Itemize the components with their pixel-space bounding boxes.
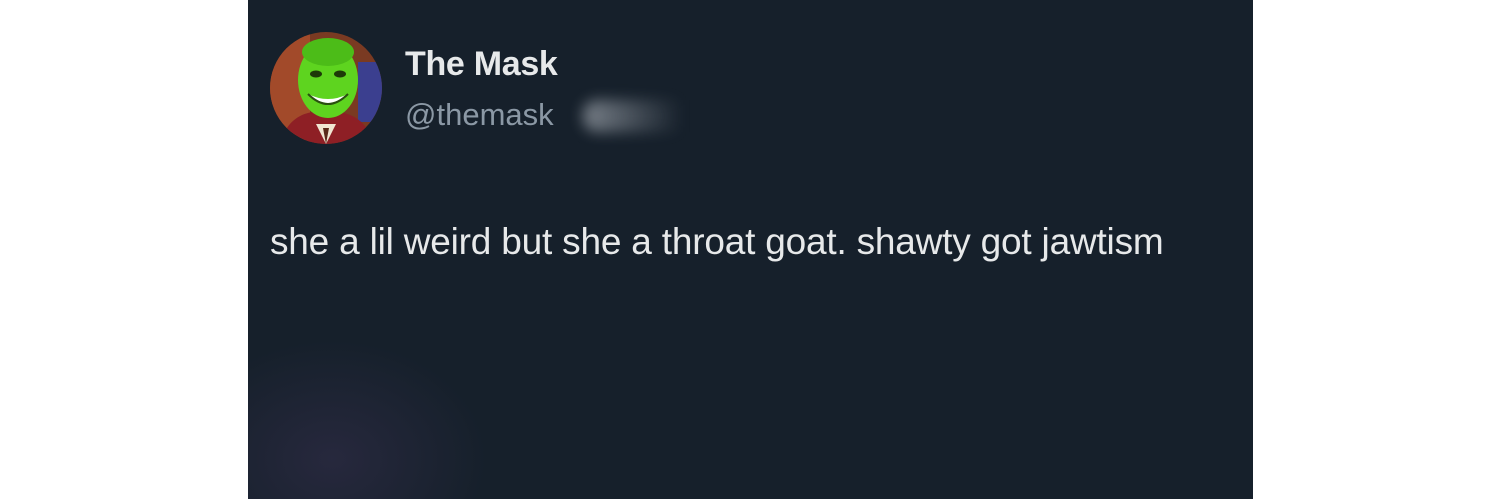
display-name[interactable]: The Mask [405, 44, 558, 84]
mask-face-icon [270, 32, 382, 144]
blurred-redaction [583, 100, 693, 132]
avatar[interactable] [270, 32, 382, 144]
tweet-text: she a lil weird but she a throat goat. s… [270, 221, 1164, 262]
tweet-card[interactable]: The Mask @themask she a lil weird but sh… [248, 0, 1253, 499]
handle-row: @themask [405, 96, 693, 134]
user-info: The Mask @themask [405, 44, 693, 134]
page: The Mask @themask she a lil weird but sh… [0, 0, 1500, 499]
user-handle[interactable]: @themask [405, 97, 554, 132]
